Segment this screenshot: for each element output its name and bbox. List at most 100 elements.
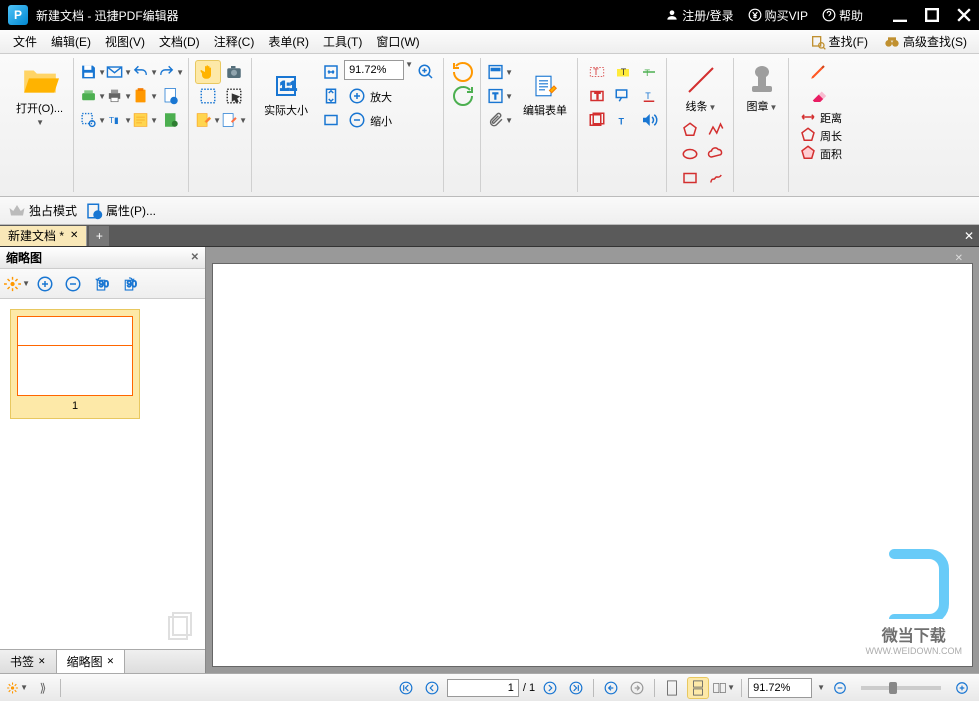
first-page-button[interactable] [395, 677, 417, 699]
area-label[interactable]: 面积 [820, 146, 842, 162]
status-zoom-out-button[interactable] [829, 677, 851, 699]
thumb-options-button[interactable]: ▼ [4, 272, 30, 296]
nav-back-button[interactable] [600, 677, 622, 699]
thumb-rotate-cw-button[interactable]: 90 [116, 272, 142, 296]
lines-button[interactable]: 线条▼ [679, 60, 723, 118]
menu-view[interactable]: 视图(V) [98, 30, 152, 53]
doc-settings-button[interactable] [158, 84, 184, 108]
continuous-page-button[interactable] [687, 677, 709, 699]
menu-edit[interactable]: 编辑(E) [44, 30, 98, 53]
underline-button[interactable]: T [636, 84, 662, 108]
typewriter-button[interactable]: T [610, 108, 636, 132]
callout-button[interactable] [610, 84, 636, 108]
edit-form-button[interactable]: 编辑表单 [517, 60, 573, 132]
freeform-button[interactable] [703, 166, 729, 190]
tab-close-icon[interactable]: ✕ [70, 230, 78, 241]
scan-button[interactable]: ▼ [80, 84, 106, 108]
new-tab-button[interactable]: + [89, 226, 109, 246]
single-page-button[interactable] [661, 677, 683, 699]
zoom-in-button[interactable] [344, 84, 370, 108]
highlight-text-button[interactable]: T [584, 60, 610, 84]
page-number-input[interactable] [447, 679, 519, 697]
form-field-button[interactable]: ▼ [487, 60, 513, 84]
next-page-button[interactable] [539, 677, 561, 699]
stamp-button[interactable]: 图章▼ [740, 60, 784, 118]
print-button[interactable]: ▼ [106, 84, 132, 108]
select-object-button[interactable] [221, 84, 247, 108]
thumbnail-item[interactable]: 1 [10, 309, 140, 419]
attach-button[interactable] [158, 108, 184, 132]
panel-close-button[interactable]: ✕ [191, 252, 199, 263]
nav-forward-button[interactable] [626, 677, 648, 699]
advanced-find-button[interactable]: 高级查找(S) [878, 31, 973, 52]
properties-button[interactable]: 属性(P)... [85, 202, 156, 220]
status-zoom-in-button[interactable] [951, 677, 973, 699]
pencil-tool-button[interactable] [805, 60, 831, 84]
text-tool-button[interactable]: T▮▼ [106, 108, 132, 132]
attachment-button[interactable]: ▼ [487, 108, 513, 132]
exclusive-mode-button[interactable]: 独占模式 [8, 202, 77, 220]
rectangle-button[interactable] [677, 166, 703, 190]
select-text-button[interactable] [195, 84, 221, 108]
last-page-button[interactable] [565, 677, 587, 699]
snapshot-button[interactable] [221, 60, 247, 84]
fit-page-button[interactable] [318, 84, 344, 108]
close-all-tabs-button[interactable]: ✕ [959, 226, 979, 246]
cloud-button[interactable] [703, 142, 729, 166]
zoom-out-button[interactable] [344, 108, 370, 132]
thumb-zoom-in-button[interactable] [32, 272, 58, 296]
status-expand-button[interactable]: ⟫ [32, 677, 54, 699]
canvas-close-button[interactable]: ✕ [955, 253, 963, 263]
menu-file[interactable]: 文件 [6, 30, 44, 53]
zoom-input[interactable] [344, 60, 404, 80]
edit-content-button[interactable]: ▼ [221, 108, 247, 132]
find-button[interactable]: 查找(F) [804, 31, 874, 52]
text-box-button[interactable]: T [584, 84, 610, 108]
document-tab[interactable]: 新建文档 * ✕ [0, 226, 87, 246]
thumb-rotate-ccw-button[interactable]: 90 [88, 272, 114, 296]
eraser-button[interactable] [805, 84, 831, 108]
note-button[interactable]: ▼ [132, 108, 158, 132]
perimeter-label[interactable]: 周长 [820, 128, 842, 144]
polyline-button[interactable] [703, 118, 729, 142]
fit-visible-button[interactable] [318, 108, 344, 132]
thumb-zoom-out-button[interactable] [60, 272, 86, 296]
edit-doc-button[interactable]: ▼ [195, 108, 221, 132]
tab-thumbnail[interactable]: 缩略图✕ [57, 650, 126, 673]
save-button[interactable]: ▼ [80, 60, 106, 84]
menu-comment[interactable]: 注释(C) [207, 30, 262, 53]
buy-vip-button[interactable]: 购买VIP [744, 5, 812, 26]
status-options-button[interactable]: ▼ [6, 677, 28, 699]
menu-window[interactable]: 窗口(W) [369, 30, 426, 53]
rotate-ccw-button[interactable] [450, 60, 476, 84]
undo-button[interactable]: ▼ [132, 60, 158, 84]
facing-page-button[interactable]: ▼ [713, 677, 735, 699]
polygon-button[interactable] [677, 118, 703, 142]
tab-bookmark[interactable]: 书签✕ [0, 650, 57, 673]
close-button[interactable] [957, 8, 971, 22]
strikethrough-button[interactable]: T [636, 60, 662, 84]
distance-label[interactable]: 距离 [820, 110, 842, 126]
minimize-button[interactable] [893, 8, 907, 22]
clipboard-button[interactable]: ▼ [132, 84, 158, 108]
sticky-note-button[interactable] [584, 108, 610, 132]
zoom-slider[interactable] [861, 686, 941, 690]
open-button[interactable]: 打开(O)...▼ [10, 60, 69, 131]
menu-tool[interactable]: 工具(T) [316, 30, 369, 53]
form-text-button[interactable]: T▼ [487, 84, 513, 108]
prev-page-button[interactable] [421, 677, 443, 699]
login-button[interactable]: 注册/登录 [661, 5, 737, 26]
actual-size-button[interactable]: 1:1 实际大小 [258, 60, 314, 132]
email-button[interactable]: ▼ [106, 60, 132, 84]
redo-button[interactable]: ▼ [158, 60, 184, 84]
zoom-select-button[interactable]: ▼ [80, 108, 106, 132]
rotate-cw-button[interactable] [450, 84, 476, 108]
menu-form[interactable]: 表单(R) [261, 30, 316, 53]
menu-document[interactable]: 文档(D) [152, 30, 207, 53]
ellipse-button[interactable] [677, 142, 703, 166]
hand-tool-button[interactable] [195, 60, 221, 84]
fit-width-button[interactable] [318, 60, 344, 84]
help-button[interactable]: 帮助 [818, 5, 867, 26]
sound-button[interactable] [636, 108, 662, 132]
status-zoom-input[interactable] [748, 678, 812, 698]
